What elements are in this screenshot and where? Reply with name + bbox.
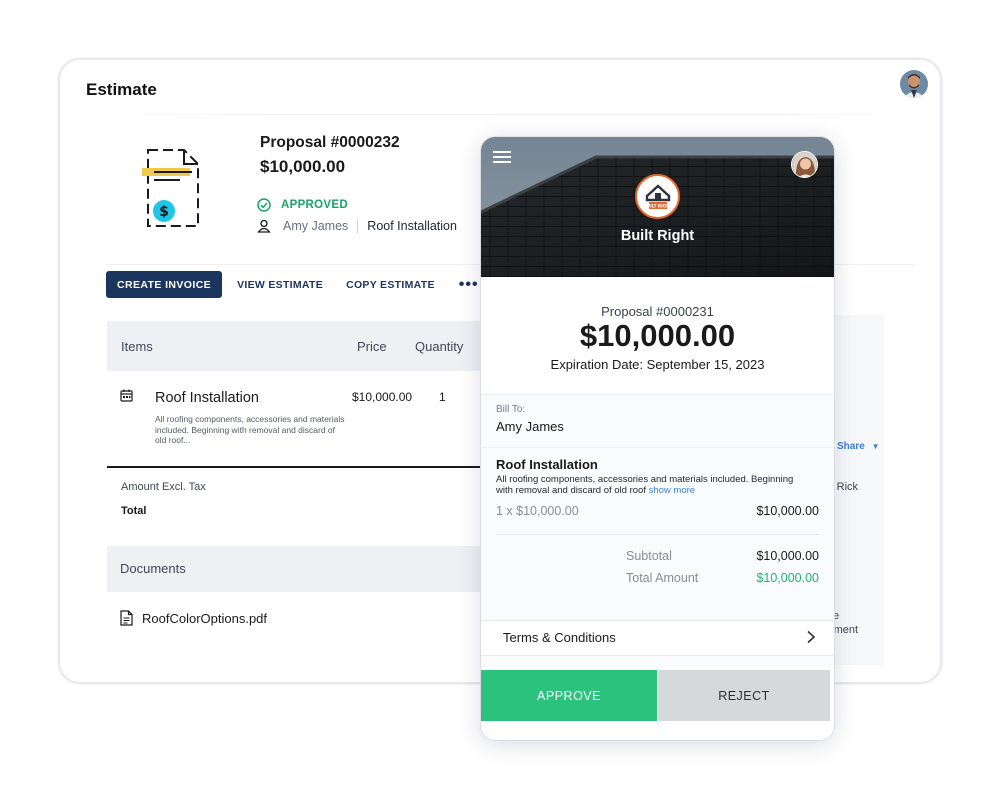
items-table-header: Items Price Quantity	[107, 321, 487, 371]
estimate-document-icon: $	[140, 146, 204, 230]
card-header-divider	[103, 114, 914, 115]
svg-text:$: $	[159, 204, 169, 220]
caret-down-icon: ▼	[871, 442, 880, 451]
logo-wordmark: BUILT RIGHT	[643, 203, 672, 208]
share-label: Share	[837, 441, 865, 452]
page-title: Estimate	[86, 80, 157, 99]
divider	[496, 534, 819, 535]
meta-separator	[357, 219, 359, 233]
quantity-column-header: Quantity	[415, 339, 464, 354]
copy-estimate-button[interactable]: COPY ESTIMATE	[346, 279, 435, 291]
person-icon	[257, 219, 271, 233]
more-actions-button[interactable]: •••	[459, 276, 479, 294]
line-quantity-price: 1 x $10,000.00	[496, 504, 579, 518]
items-table-bottom-rule	[107, 466, 487, 468]
amount-excl-tax-label: Amount Excl. Tax	[121, 481, 206, 493]
mobile-proposal-amount: $10,000.00	[579, 318, 736, 353]
item-price: $10,000.00	[352, 390, 413, 404]
file-icon	[120, 610, 133, 626]
divider	[481, 447, 834, 448]
mobile-proposal-view: BUILT RIGHT Built Right Proposal #000023…	[481, 137, 834, 740]
hero-banner: BUILT RIGHT Built Right	[481, 137, 834, 277]
customer-name[interactable]: Amy James	[283, 219, 348, 233]
terms-label: Terms & Conditions	[503, 630, 616, 645]
user-avatar[interactable]	[900, 70, 928, 98]
line-amount: $10,000.00	[756, 504, 819, 518]
items-column-header: Items	[121, 339, 153, 354]
mobile-item-name: Roof Installation	[496, 457, 598, 472]
item-description-text: All roofing components, accessories and …	[496, 474, 794, 496]
chevron-right-icon	[806, 630, 816, 649]
item-quantity: 1	[439, 390, 446, 404]
avatar-man-icon	[900, 70, 928, 98]
mobile-item-description: All roofing components, accessories and …	[496, 474, 796, 496]
bill-to-name: Amy James	[496, 419, 564, 434]
status-row: APPROVED	[257, 198, 348, 212]
proposal-number: Proposal #0000232	[260, 134, 400, 151]
divider	[481, 655, 834, 656]
document-file-name[interactable]: RoofColorOptions.pdf	[142, 611, 267, 626]
terms-and-conditions-row[interactable]: Terms & Conditions	[481, 621, 834, 655]
house-logo-icon: BUILT RIGHT	[643, 183, 672, 209]
documents-title: Documents	[120, 561, 186, 576]
price-column-header: Price	[357, 339, 387, 354]
total-amount-value: $10,000.00	[756, 571, 819, 585]
company-name: Built Right	[620, 228, 695, 244]
approve-button[interactable]: APPROVE	[481, 670, 657, 721]
view-estimate-button[interactable]: VIEW ESTIMATE	[237, 279, 323, 291]
item-description: All roofing components, accessories and …	[155, 414, 345, 445]
document-file-row[interactable]: RoofColorOptions.pdf	[120, 610, 267, 626]
create-invoice-button[interactable]: CREATE INVOICE	[106, 271, 223, 298]
calendar-icon	[120, 389, 133, 407]
documents-header: Documents	[107, 546, 487, 592]
show-more-link[interactable]: show more	[649, 485, 695, 496]
bill-to-label: Bill To:	[496, 404, 526, 415]
mobile-proposal-number: Proposal #0000231	[601, 304, 714, 319]
expiration-date: Expiration Date: September 15, 2023	[550, 357, 765, 372]
customer-avatar[interactable]	[791, 151, 818, 178]
check-circle-icon	[257, 198, 271, 212]
subtotal-value: $10,000.00	[756, 549, 819, 563]
proposal-amount: $10,000.00	[260, 157, 346, 176]
total-amount-label: Total Amount	[626, 571, 699, 585]
share-button[interactable]: Share ▼	[837, 441, 880, 452]
hamburger-menu-icon[interactable]	[493, 150, 511, 164]
built-right-logo: BUILT RIGHT	[635, 174, 680, 219]
job-name[interactable]: Roof Installation	[367, 219, 457, 233]
subtotal-label: Subtotal	[626, 549, 672, 563]
status-badge: APPROVED	[281, 199, 348, 211]
customer-meta: Amy James Roof Installation	[257, 219, 457, 233]
estimate-actions: CREATE INVOICE VIEW ESTIMATE COPY ESTIMA…	[106, 271, 479, 298]
reject-button[interactable]: REJECT	[658, 670, 830, 721]
total-label: Total	[121, 505, 147, 517]
item-name[interactable]: Roof Installation	[155, 390, 259, 406]
